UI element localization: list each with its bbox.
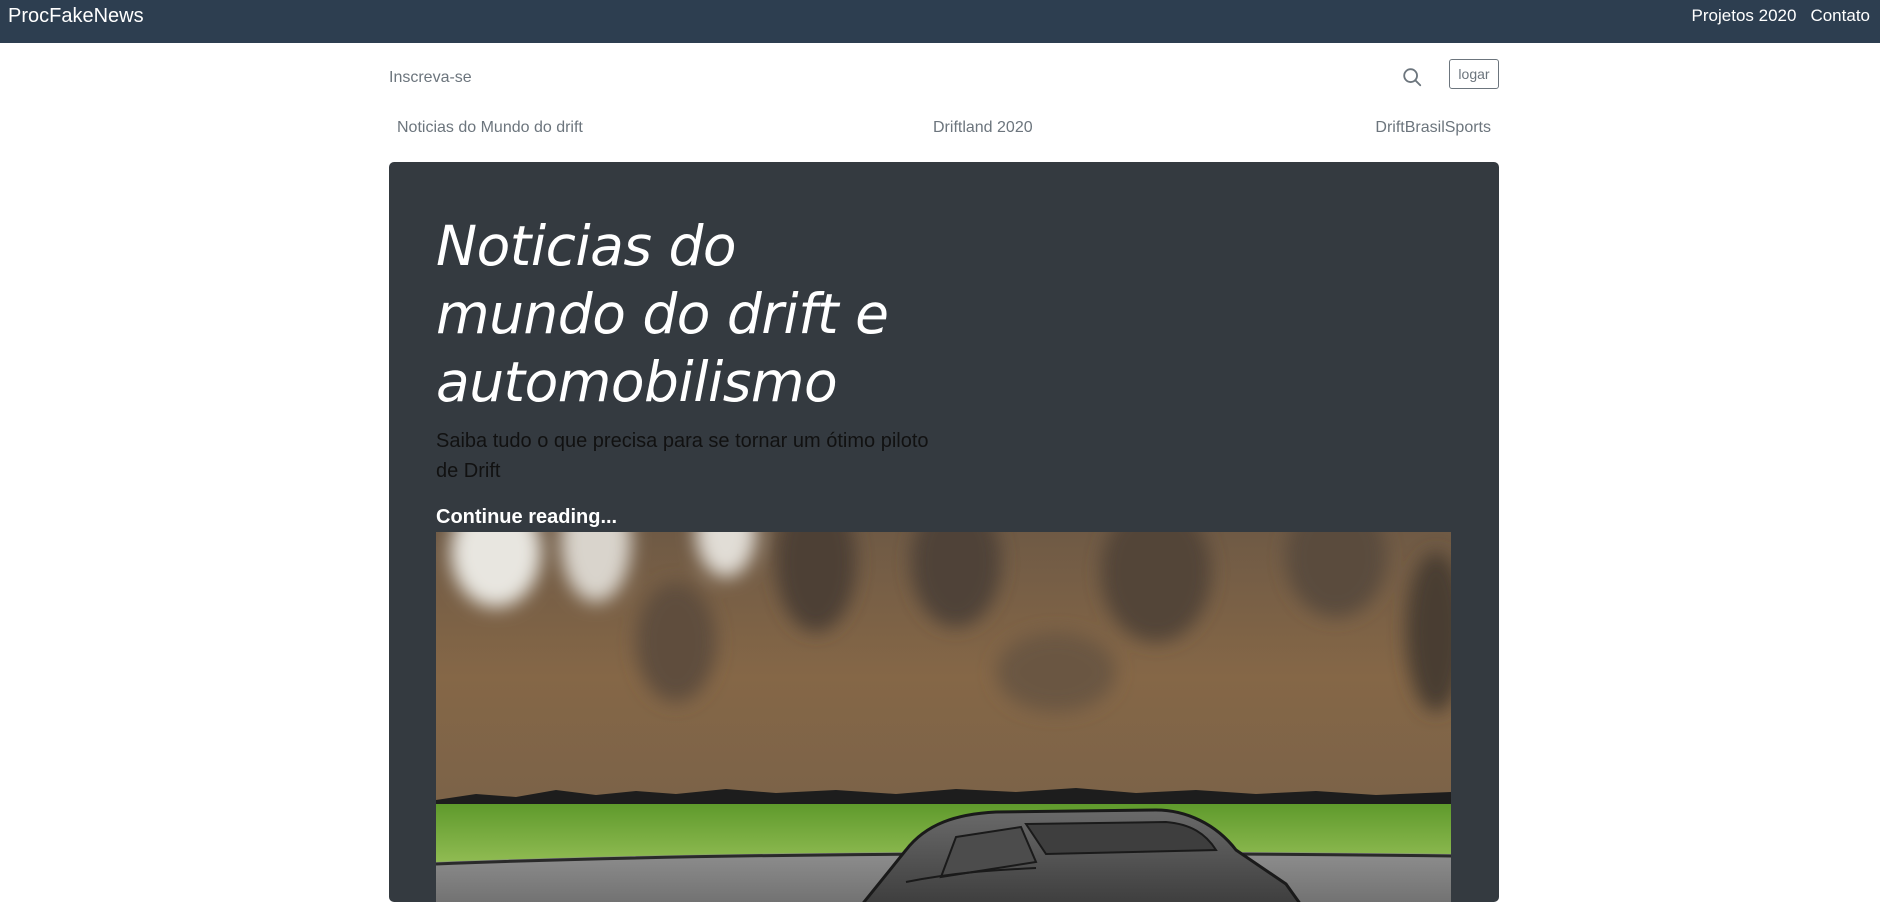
featured-post-jumbotron: Noticias do mundo do drift e automobilis…: [389, 162, 1499, 902]
login-button[interactable]: logar: [1449, 59, 1499, 89]
continue-reading-link[interactable]: Continue reading...: [436, 506, 617, 529]
drift-car-illustration: [436, 532, 1451, 902]
category-link-noticias[interactable]: Noticias do Mundo do drift: [397, 119, 583, 137]
blog-header: Inscreva-se logar: [389, 59, 1499, 97]
top-navbar: ProcFakeNews Projetos 2020 Contato: [0, 0, 1880, 43]
category-nav: Noticias do Mundo do drift Driftland 202…: [389, 119, 1499, 143]
nav-link-projetos[interactable]: Projetos 2020: [1692, 6, 1797, 26]
top-nav-links: Projetos 2020 Contato: [1692, 6, 1880, 26]
category-link-driftland[interactable]: Driftland 2020: [933, 119, 1033, 137]
featured-post-lead: Saiba tudo o que precisa para se tornar …: [436, 430, 929, 482]
category-link-driftbrasilsports[interactable]: DriftBrasilSports: [1375, 119, 1491, 137]
subscribe-link[interactable]: Inscreva-se: [389, 69, 472, 87]
nav-link-contato[interactable]: Contato: [1810, 6, 1870, 26]
featured-post-title: Noticias do mundo do drift e automobilis…: [436, 214, 889, 414]
search-icon[interactable]: [1401, 66, 1423, 88]
brand-link[interactable]: ProcFakeNews: [8, 5, 144, 28]
